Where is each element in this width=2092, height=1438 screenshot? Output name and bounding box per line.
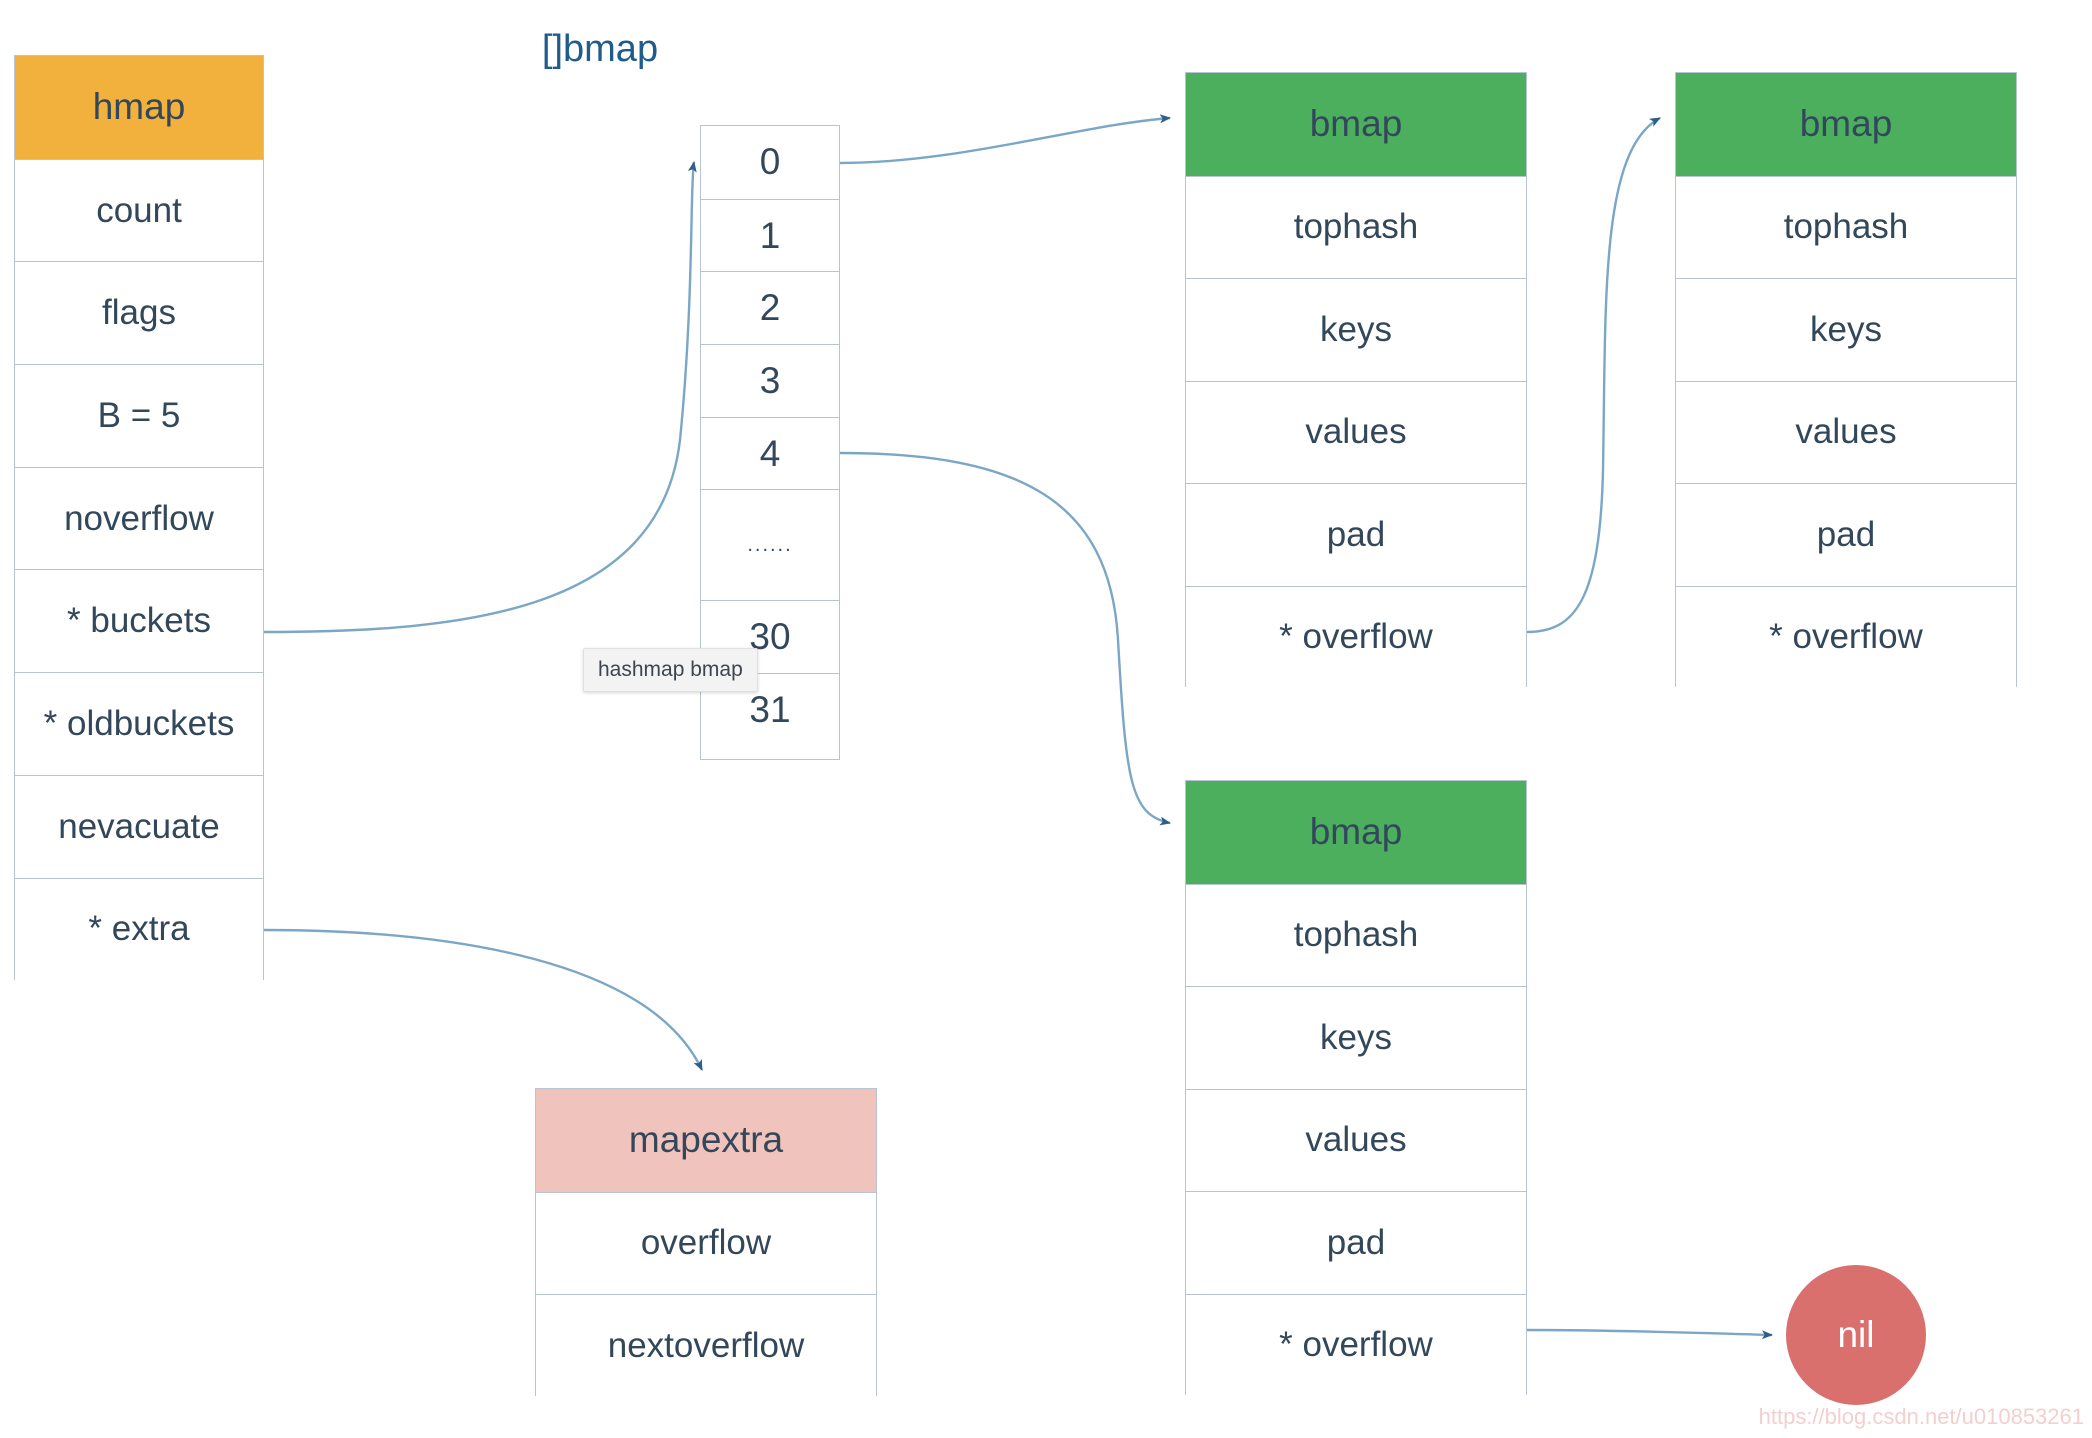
hmap-field-buckets: * buckets — [15, 569, 263, 673]
hmap-field-noverflow: noverflow — [15, 466, 263, 570]
arrow-cell4-to-bmap3 — [839, 451, 1171, 826]
hmap-field-nevacuate: nevacuate — [15, 774, 263, 878]
bmap-3-field-overflow: * overflow — [1186, 1293, 1526, 1396]
mapextra-field-nextoverflow: nextoverflow — [536, 1294, 876, 1397]
bmap-array-cell-2: 2 — [701, 271, 839, 345]
bmap-2-header: bmap — [1676, 73, 2016, 176]
bmap-1-field-pad: pad — [1186, 483, 1526, 586]
mapextra-header: mapextra — [536, 1089, 876, 1192]
bmap-3-field-pad: pad — [1186, 1191, 1526, 1294]
hmap-field-count: count — [15, 158, 263, 262]
bmap-3-header: bmap — [1186, 781, 1526, 884]
hmap-header: hmap — [15, 56, 263, 159]
bmap-2-field-pad: pad — [1676, 483, 2016, 586]
bmap-array-cell-ellipsis: ...... — [701, 489, 839, 601]
bmap-struct-2: bmap tophash keys values pad * overflow — [1675, 72, 2017, 688]
bmap-1-field-values: values — [1186, 380, 1526, 483]
arrow-bmap3-overflow-to-nil — [1526, 1328, 1773, 1340]
bmap-array-cell-1: 1 — [701, 198, 839, 272]
hmap-field-b: B = 5 — [15, 364, 263, 467]
bmap-array-cell-3: 3 — [701, 344, 839, 417]
arrow-bmap1-overflow-to-bmap2 — [1526, 116, 1661, 634]
arrow-cell0-to-bmap1 — [839, 114, 1171, 165]
hmap-field-flags: flags — [15, 261, 263, 365]
bmap-array-title: []bmap — [541, 28, 659, 70]
bmap-2-field-values: values — [1676, 380, 2016, 483]
bmap-1-field-tophash: tophash — [1186, 175, 1526, 278]
bmap-struct-1: bmap tophash keys values pad * overflow — [1185, 72, 1527, 688]
arrow-buckets-to-bmap-array — [263, 161, 697, 634]
hashmap-bmap-tooltip: hashmap bmap — [583, 648, 758, 692]
hmap-field-extra: * extra — [15, 877, 263, 981]
bmap-1-field-overflow: * overflow — [1186, 585, 1526, 688]
arrow-extra-to-mapextra — [263, 928, 704, 1071]
bmap-3-field-values: values — [1186, 1088, 1526, 1191]
bmap-array-cell-4: 4 — [701, 416, 839, 490]
bmap-2-field-overflow: * overflow — [1676, 585, 2016, 688]
watermark: https://blog.csdn.net/u010853261 — [1758, 1404, 2084, 1429]
diagram-canvas: hmap count flags B = 5 noverflow * bucke… — [0, 0, 2092, 1438]
bmap-2-field-keys: keys — [1676, 278, 2016, 381]
nil-node: nil — [1786, 1265, 1926, 1405]
hmap-field-oldbuckets: * oldbuckets — [15, 672, 263, 775]
mapextra-field-overflow: overflow — [536, 1191, 876, 1294]
bmap-1-field-keys: keys — [1186, 278, 1526, 381]
bmap-3-field-keys: keys — [1186, 986, 1526, 1089]
bmap-array-cell-0: 0 — [701, 126, 839, 199]
hmap-struct: hmap count flags B = 5 noverflow * bucke… — [14, 55, 264, 981]
bmap-3-field-tophash: tophash — [1186, 883, 1526, 986]
bmap-struct-3: bmap tophash keys values pad * overflow — [1185, 780, 1527, 1396]
bmap-1-header: bmap — [1186, 73, 1526, 176]
mapextra-struct: mapextra overflow nextoverflow — [535, 1088, 877, 1397]
bmap-2-field-tophash: tophash — [1676, 175, 2016, 278]
